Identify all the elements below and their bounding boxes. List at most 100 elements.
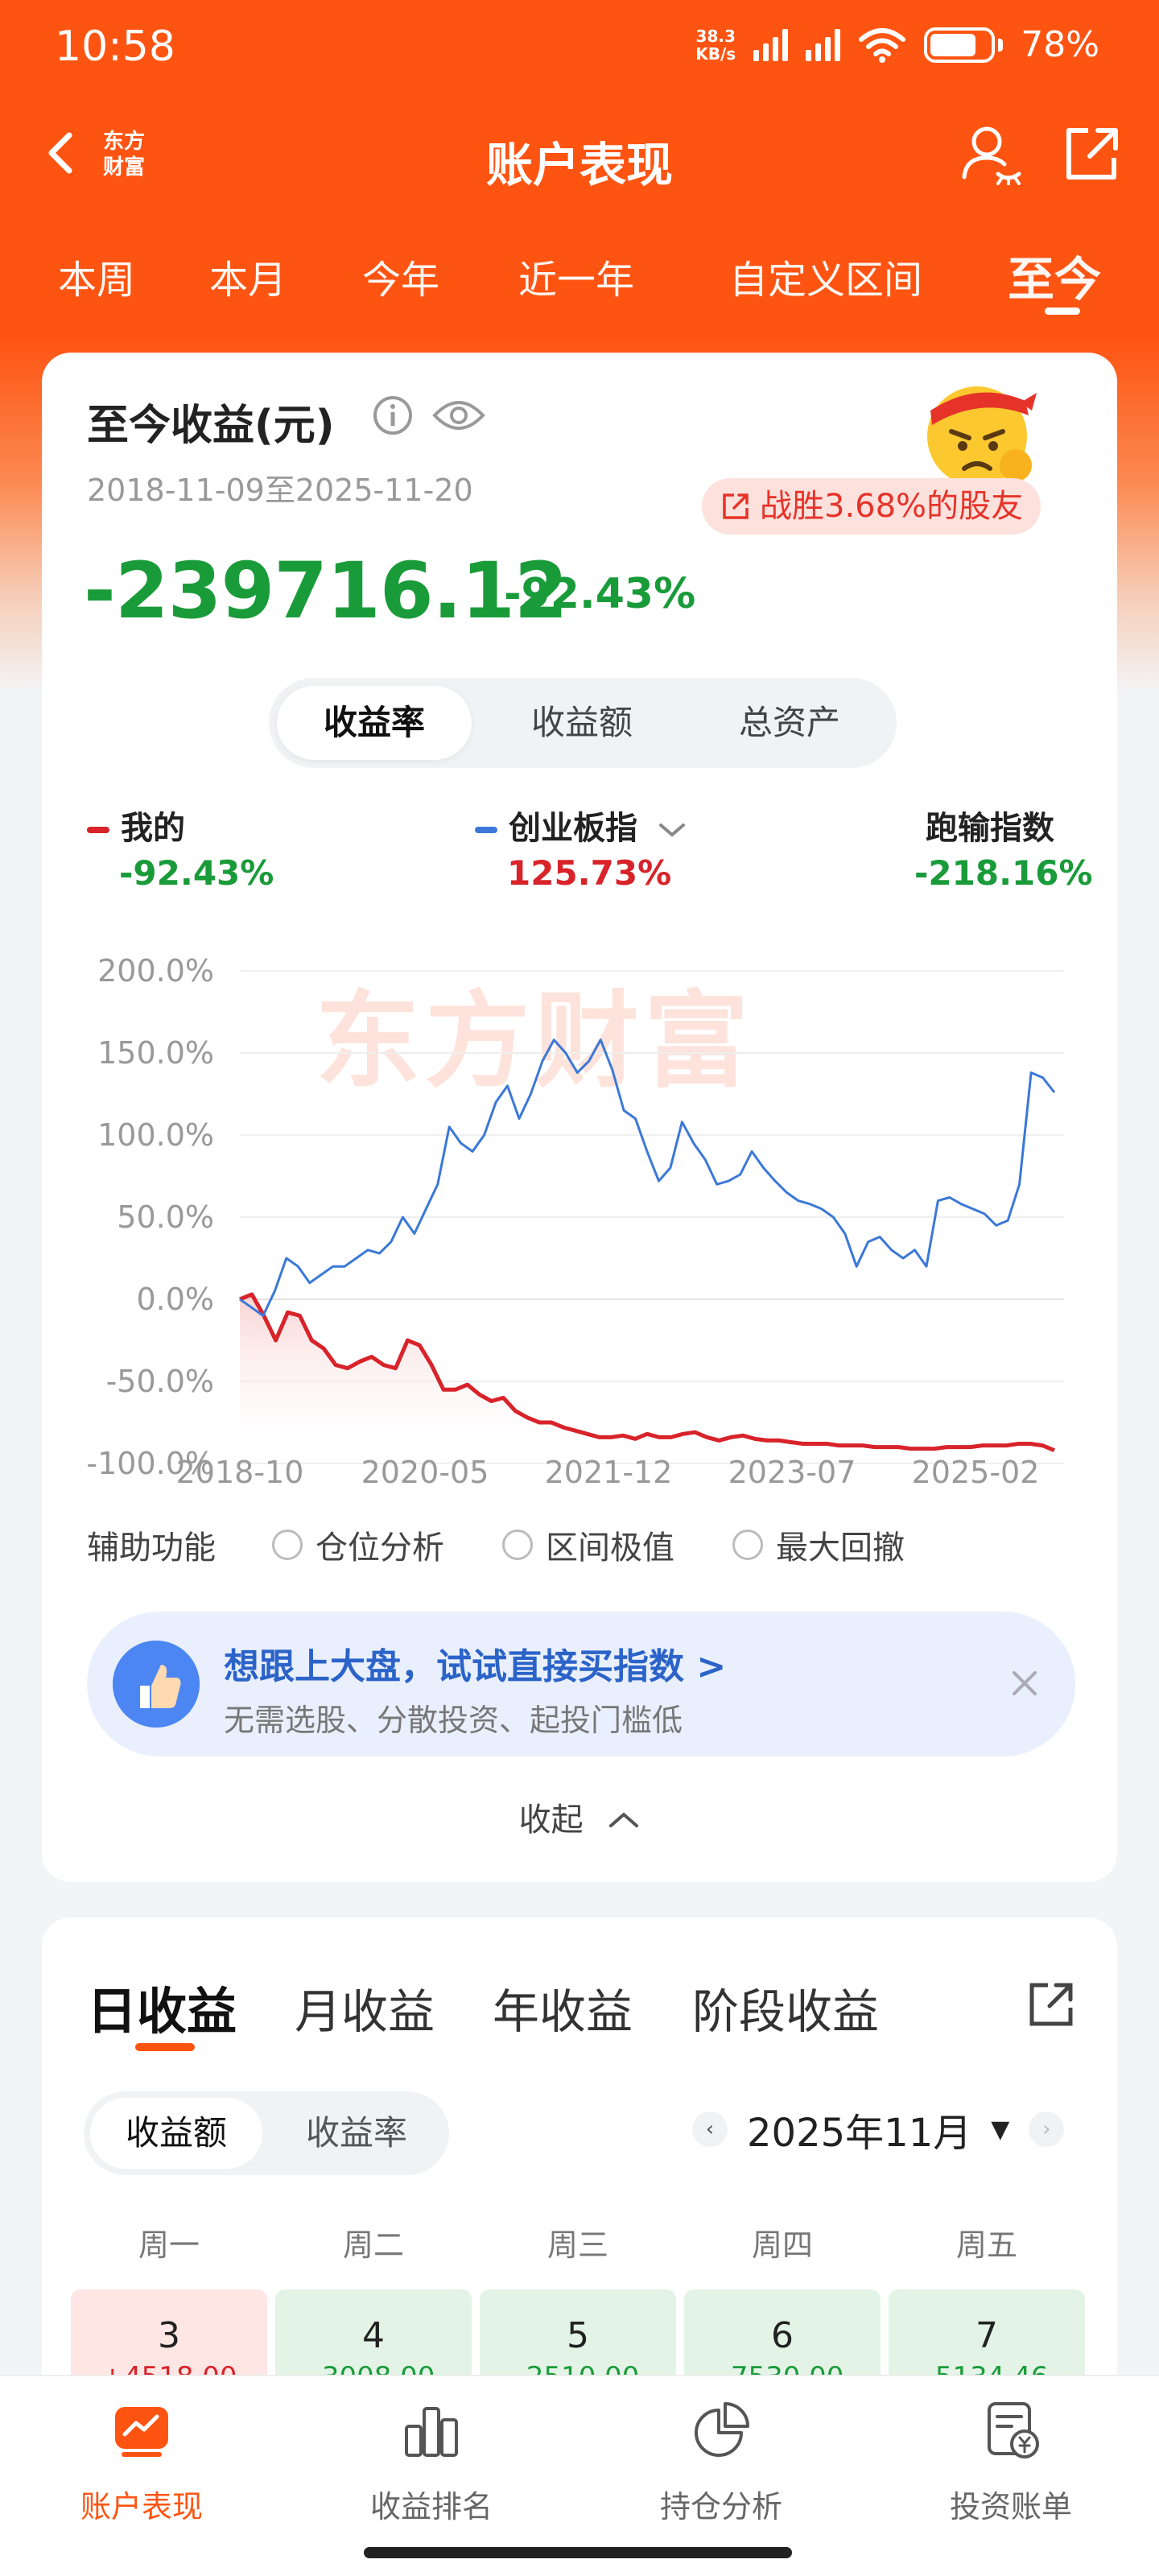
weekday-wed: 周三 (547, 2227, 608, 2263)
weekday-tue: 周二 (342, 2227, 404, 2263)
wifi-icon (859, 27, 906, 63)
total-profit-percent: -92.43% (504, 570, 696, 618)
nav-investment-bill[interactable]: 投资账单 (890, 2399, 1132, 2526)
tab-to-date[interactable]: 至今 (1008, 242, 1101, 309)
tab-this-month[interactable]: 本月 (209, 248, 287, 304)
legend-mine-value: -92.43% (119, 853, 274, 893)
legend-index[interactable]: 创业板指 125.73% (475, 802, 687, 893)
next-month-button[interactable]: › (1029, 2112, 1065, 2147)
series-line-index (239, 1038, 1056, 1317)
nav-label: 收益排名 (369, 2489, 493, 2524)
net-speed-unit: KB/s (695, 43, 736, 64)
month-selector[interactable]: 2025年11月 (747, 2101, 971, 2157)
day-number: 6 (771, 2315, 794, 2356)
weekday-mon: 周一 (138, 2227, 200, 2263)
segment-return-rate[interactable]: 收益率 (277, 686, 472, 760)
nav-holdings-analysis[interactable]: 持仓分析 (600, 2399, 842, 2526)
signal-icon (753, 28, 789, 61)
active-tab-indicator (135, 2043, 195, 2051)
nav-label: 投资账单 (949, 2489, 1072, 2524)
date-range: 2018-11-09至2025-11-20 (87, 473, 473, 508)
performance-chart-icon (115, 2407, 168, 2457)
chevron-up-icon (609, 1812, 639, 1827)
share-icon[interactable] (1061, 124, 1122, 185)
status-icons: 38.3 KB/s 78% (695, 24, 1099, 65)
prev-month-button[interactable]: ‹ (692, 2112, 728, 2147)
radio-position-analysis[interactable]: 仓位分析 (272, 1521, 444, 1568)
promo-subtitle: 无需选股、分散投资、起投门槛低 (224, 1703, 683, 1738)
aux-label: 辅助功能 (87, 1530, 216, 1567)
nav-label: 账户表现 (80, 2489, 203, 2524)
month-navigator: ‹ 2025年11月 ▼ › (692, 2101, 1065, 2157)
net-speed-value: 38.3 (695, 26, 736, 46)
return-chart-svg: 200.0%150.0%100.0%50.0%0.0%-50.0%-100.0%… (86, 953, 1064, 1490)
y-tick-label: 50.0% (117, 1199, 214, 1235)
aux-functions: 辅助功能 仓位分析 区间极值 最大回撤 (87, 1521, 963, 1568)
pie-chart-icon (695, 2402, 749, 2457)
radio-max-drawdown[interactable]: 最大回撤 (732, 1521, 905, 1568)
legend-mine-name: 我的 (121, 810, 185, 847)
return-chart[interactable]: 200.0% 150.0% 100.0% 50.0% 0.0% -50.0% -100.0%… (42, 908, 1117, 1490)
net-speed: 38.3 KB/s (695, 27, 736, 63)
legend-index-value: 125.73% (507, 853, 672, 893)
app-header: 东方 财富 账户表现 (0, 113, 1159, 201)
share-small-icon (723, 493, 749, 519)
series-area-mine (240, 1294, 1054, 1463)
legend-underperform: 跑输指数 -218.16% (914, 802, 1093, 893)
chevron-down-icon[interactable] (658, 820, 687, 840)
segment-return-amount[interactable]: 收益额 (485, 686, 679, 760)
tab-stage-profit[interactable]: 阶段收益 (692, 1974, 879, 2041)
bottom-nav: 账户表现 收益排名 持仓分析 投资账单 (0, 2375, 1159, 2576)
y-tick-label: 150.0% (97, 1035, 214, 1071)
radio-range-extremes-label: 区间极值 (546, 1530, 674, 1567)
tab-this-year[interactable]: 今年 (362, 248, 439, 304)
tab-custom-range[interactable]: 自定义区间 (729, 248, 922, 304)
beat-peers-text: 战胜3.68%的股友 (760, 488, 1024, 525)
angry-emoji-icon (927, 386, 1037, 486)
day-number: 7 (975, 2315, 998, 2356)
share-icon[interactable] (1025, 1979, 1077, 2030)
revenue-title: 至今收益(元) (87, 402, 335, 450)
total-profit-amount: -239716.12 (84, 546, 568, 636)
nav-profit-ranking[interactable]: 收益排名 (311, 2399, 552, 2526)
legend-mine-swatch (87, 827, 109, 833)
legend-mine: 我的 -92.43% (87, 802, 274, 893)
y-tick-label: 200.0% (97, 953, 214, 989)
caret-down-icon[interactable]: ▼ (991, 2116, 1009, 2144)
day-number: 4 (362, 2315, 385, 2356)
close-icon[interactable] (1006, 1665, 1043, 1702)
legend-index-name: 创业板指 (509, 810, 637, 847)
collapse-button[interactable]: 收起 (42, 1794, 1117, 1840)
thumbs-up-icon (113, 1641, 200, 1728)
beat-peers-badge[interactable]: 战胜3.68%的股友 (702, 478, 1041, 535)
radio-range-extremes[interactable]: 区间极值 (502, 1521, 674, 1568)
nav-account-performance[interactable]: 账户表现 (21, 2399, 262, 2526)
tab-yearly-profit[interactable]: 年收益 (493, 1974, 633, 2041)
calendar-metric-segment: 收益额 收益率 (84, 2091, 449, 2175)
status-time: 10:58 (55, 23, 175, 71)
tab-daily-profit[interactable]: 日收益 (87, 1971, 237, 2043)
day-number: 3 (158, 2315, 180, 2356)
segment-amount[interactable]: 收益额 (90, 2098, 262, 2169)
y-tick-label: -50.0% (106, 1364, 214, 1399)
legend-index-swatch (475, 827, 497, 833)
active-tab-indicator (1045, 308, 1080, 315)
segment-total-assets[interactable]: 总资产 (692, 686, 887, 760)
period-tabs: 本周 本月 今年 近一年 自定义区间 至今 (0, 242, 1159, 322)
eye-icon[interactable] (431, 394, 486, 436)
index-promo-banner[interactable]: 想跟上大盘，试试直接买指数 > 无需选股、分散投资、起投门槛低 (87, 1612, 1075, 1757)
bar-chart-icon (405, 2407, 458, 2457)
promo-title[interactable]: 想跟上大盘，试试直接买指数 > (224, 1637, 726, 1689)
tab-monthly-profit[interactable]: 月收益 (295, 1974, 435, 2041)
segment-rate[interactable]: 收益率 (270, 2098, 443, 2169)
radio-max-drawdown-label: 最大回撤 (776, 1530, 905, 1567)
signal-icon-2 (806, 28, 841, 61)
tab-this-week[interactable]: 本周 (58, 248, 135, 304)
radio-position-analysis-label: 仓位分析 (316, 1530, 444, 1567)
y-tick-label: 0.0% (136, 1282, 214, 1317)
tab-last-year[interactable]: 近一年 (518, 248, 634, 304)
day-number: 5 (567, 2315, 589, 2356)
user-privacy-icon[interactable] (958, 121, 1022, 185)
legend-underperform-value: -218.16% (914, 853, 1093, 893)
info-icon[interactable] (372, 394, 414, 436)
